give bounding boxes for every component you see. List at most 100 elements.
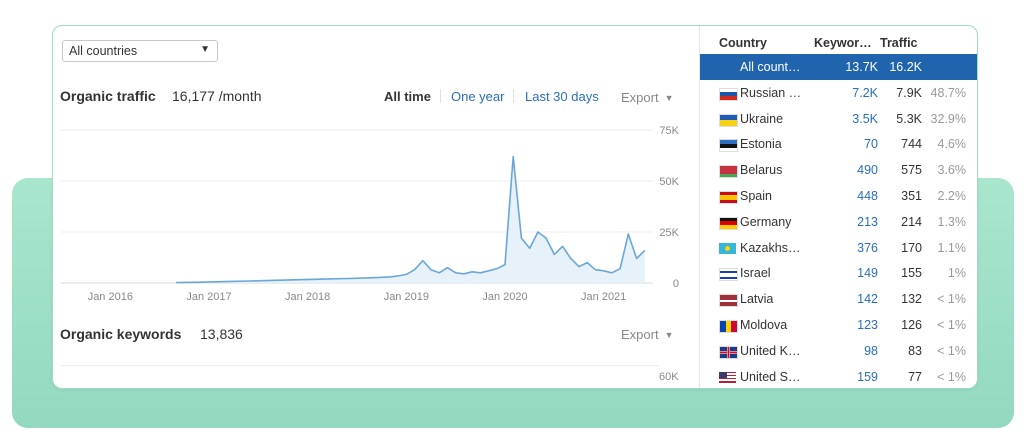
traffic-area [176, 156, 645, 283]
country-keywords[interactable]: 490 [857, 163, 878, 177]
ukraine-flag-icon [719, 113, 738, 127]
keywords-y-tick: 60K [659, 371, 679, 383]
country-traffic: 155 [901, 266, 922, 281]
x-tick-label: Jan 2019 [384, 291, 429, 303]
country-traffic-share: < 1% [937, 369, 966, 384]
country-name: Belarus [740, 163, 783, 178]
column-header-traffic[interactable]: Traffic [880, 36, 918, 50]
country-keywords[interactable]: 7.2K [852, 86, 878, 100]
country-keywords[interactable]: 149 [857, 266, 878, 280]
country-row[interactable]: All count… 13.7K 16.2K [700, 54, 977, 80]
country-keywords[interactable]: 142 [857, 292, 878, 306]
country-traffic-share: < 1% [937, 343, 966, 358]
export-label: Export [621, 327, 659, 342]
country-traffic-share: 32.9% [930, 111, 966, 126]
country-keywords[interactable]: 159 [857, 370, 878, 384]
country-row[interactable]: Russian … 7.2K 7.9K 48.7% [700, 80, 977, 106]
country-row[interactable]: Belarus 490 575 3.6% [700, 157, 977, 183]
x-tick-label: Jan 2018 [285, 291, 330, 303]
country-traffic: 126 [901, 318, 922, 332]
country-row[interactable]: Germany 213 214 1.3% [700, 209, 977, 235]
organic-traffic-value: 16,177 /month [172, 88, 262, 104]
country-traffic: 214 [901, 214, 922, 229]
country-row[interactable]: Kazakhs… 376 170 1.1% [700, 235, 977, 261]
x-axis-ticks: Jan 2016 Jan 2017 Jan 2018 Jan 2019 Jan 2020… [88, 291, 627, 303]
country-traffic-share: 2.2% [937, 189, 967, 203]
keywords-grid-line [61, 365, 659, 366]
israel-flag-icon [719, 268, 738, 282]
country-traffic: 5.3K [896, 111, 922, 126]
country-traffic-share: < 1% [937, 318, 966, 332]
country-row[interactable]: Israel 149 155 1% [700, 260, 977, 286]
country-row[interactable]: Moldova 123 126 < 1% [700, 312, 977, 338]
range-one-year[interactable]: One year [451, 89, 504, 104]
country-name: United K… [740, 343, 801, 358]
main-card: All countries ▼ Organic traffic 16,177 /… [52, 25, 978, 389]
country-traffic: 170 [901, 240, 922, 255]
left-panel: All countries ▼ Organic traffic 16,177 /… [53, 26, 699, 388]
export-keywords-button[interactable]: Export ▼ [621, 327, 674, 342]
country-name: Moldova [740, 318, 788, 332]
country-row[interactable]: Latvia 142 132 < 1% [700, 286, 977, 312]
country-keywords[interactable]: 13.7K [845, 60, 878, 74]
export-label: Export [621, 90, 659, 105]
range-all-time[interactable]: All time [384, 89, 431, 104]
country-traffic-share: 4.6% [937, 137, 967, 152]
country-traffic: 7.9K [896, 85, 922, 100]
country-traffic-share: 3.6% [937, 163, 967, 178]
export-traffic-button[interactable]: Export ▼ [621, 90, 674, 105]
chart-series [176, 155, 646, 284]
country-name: Latvia [740, 292, 774, 307]
country-row[interactable]: Estonia 70 744 4.6% [700, 131, 977, 157]
country-row[interactable]: United S… 159 77 < 1% [700, 364, 977, 388]
country-keywords[interactable]: 98 [864, 344, 878, 358]
estonia-flag-icon [719, 139, 738, 153]
country-traffic: 83 [908, 343, 922, 358]
y-tick-label: 50K [659, 176, 679, 188]
country-traffic-share: 1.1% [937, 240, 967, 255]
moldova-flag-icon [719, 320, 738, 333]
country-select[interactable]: All countries ▼ [62, 40, 218, 62]
country-keywords[interactable]: 3.5K [852, 112, 878, 126]
countries-panel: Country Keywor… Traffic All count… 13.7K 1… [699, 26, 977, 388]
country-name: Spain [740, 189, 772, 203]
country-name: All count… [740, 60, 801, 74]
organic-traffic-chart: 75K50K25K0 Jan 2016 Jan 2017 Jan 2018 Jan 2… [61, 125, 680, 303]
chevron-down-icon: ▼ [664, 330, 674, 340]
country-keywords[interactable]: 123 [857, 318, 878, 332]
country-traffic-share: < 1% [937, 292, 966, 307]
country-traffic: 351 [901, 189, 922, 203]
country-name: Ukraine [740, 111, 784, 126]
column-header-country[interactable]: Country [719, 36, 767, 50]
organic-keywords-title: Organic keywords [60, 326, 182, 342]
organic-keywords-value: 13,836 [200, 326, 243, 342]
country-traffic-share: 1.3% [937, 214, 967, 229]
country-traffic-share: 1% [947, 266, 966, 281]
country-traffic: 744 [901, 137, 922, 152]
country-keywords[interactable]: 70 [864, 137, 878, 151]
country-traffic: 16.2K [889, 60, 922, 74]
uk-flag-icon [719, 345, 738, 359]
country-name: Estonia [740, 137, 782, 152]
country-keywords[interactable]: 448 [857, 189, 878, 203]
range-last-30-days[interactable]: Last 30 days [525, 89, 599, 104]
country-keywords[interactable]: 376 [857, 241, 878, 255]
spain-flag-icon [719, 191, 738, 204]
chevron-down-icon: ▼ [664, 93, 674, 103]
country-traffic: 132 [901, 292, 922, 307]
x-tick-label: Jan 2016 [88, 291, 133, 303]
latvia-flag-icon [719, 294, 738, 308]
column-header-keywords[interactable]: Keywor… [814, 36, 872, 50]
country-name: Israel [740, 266, 771, 281]
country-name: Germany [740, 214, 792, 229]
country-row[interactable]: Ukraine 3.5K 5.3K 32.9% [700, 106, 977, 132]
belarus-flag-icon [719, 165, 738, 179]
y-tick-label: 75K [659, 125, 679, 137]
country-traffic: 575 [901, 163, 922, 178]
country-row[interactable]: United K… 98 83 < 1% [700, 338, 977, 364]
usa-flag-icon [719, 371, 736, 383]
y-axis-ticks: 75K 50K 25K 0 [659, 125, 679, 290]
country-keywords[interactable]: 213 [857, 215, 878, 229]
country-row[interactable]: Spain 448 351 2.2% [700, 183, 977, 209]
x-tick-label: Jan 2021 [581, 291, 626, 303]
